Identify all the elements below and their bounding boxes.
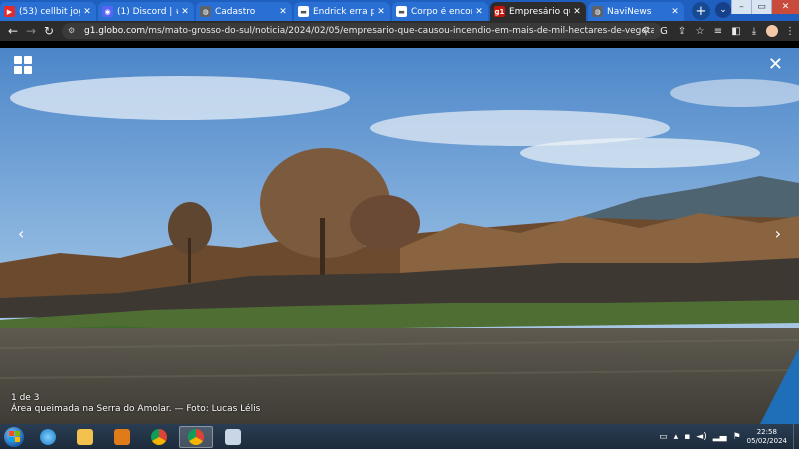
tab-search-button[interactable]: ⌄ [715, 2, 731, 18]
close-window-button[interactable]: ✕ [771, 0, 799, 14]
g1-icon: g1 [494, 6, 505, 17]
tab-discord[interactable]: ◉ (1) Discord | # 🎮 ✕ [98, 2, 194, 21]
url-domain: g1.globo.com [84, 26, 146, 36]
maximize-button[interactable]: ▭ [751, 0, 771, 14]
reload-button[interactable]: ↻ [40, 22, 58, 40]
chevron-down-icon: ⌄ [719, 5, 727, 15]
tab-navinews[interactable]: ◍ NaviNews ✕ [588, 2, 684, 21]
keyboard-icon[interactable]: ▭ [659, 432, 668, 442]
menu-icon[interactable]: ⋮ [781, 23, 799, 39]
internet-explorer-icon [40, 428, 56, 445]
taskbar-internet-explorer[interactable] [31, 426, 65, 448]
reading-list-icon[interactable]: ≡ [709, 23, 727, 39]
tab-empresario[interactable]: g1 Empresário que cau ✕ [490, 2, 586, 21]
tab-title: (53) cellbit jogando [19, 6, 80, 17]
close-tab-icon[interactable]: ✕ [376, 7, 386, 17]
tab-title: (1) Discord | # 🎮 [117, 6, 178, 17]
forward-button[interactable]: → [22, 22, 40, 40]
profile-avatar[interactable] [766, 25, 778, 37]
taskbar-chrome[interactable] [142, 426, 176, 448]
minimize-button[interactable]: – [731, 0, 751, 14]
close-tab-icon[interactable]: ✕ [572, 7, 582, 17]
flag-icon[interactable]: ⚑ [733, 432, 741, 442]
bookmark-star-icon[interactable]: ☆ [691, 23, 709, 39]
chevron-right-icon[interactable]: › [775, 224, 781, 243]
discord-icon: ◉ [102, 6, 113, 17]
side-panel-icon[interactable]: ◧ [727, 23, 745, 39]
tab-title: Endrick erra pênalti [313, 6, 374, 17]
media-player-icon [114, 428, 130, 445]
tab-cadastro[interactable]: ◍ Cadastro ✕ [196, 2, 292, 21]
globe-icon: ◍ [200, 6, 211, 17]
new-tab-button[interactable]: + [692, 2, 710, 20]
close-icon[interactable]: ✕ [768, 54, 783, 75]
close-tab-icon[interactable]: ✕ [670, 7, 680, 17]
chevron-left-icon[interactable]: ‹ [18, 224, 24, 243]
volume-icon[interactable]: ◄) [696, 432, 706, 442]
gallery-photo [0, 48, 799, 424]
folder-icon [77, 428, 93, 445]
clock-time: 22:58 [756, 427, 777, 436]
windows-taskbar: ▭ ▴ ▪ ◄) ▂▄ ⚑ 22:58 05/02/2024 [0, 424, 799, 449]
location-icon[interactable]: ⚲ [637, 23, 655, 39]
clock-date: 05/02/2024 [746, 436, 787, 445]
chrome-icon [188, 428, 204, 445]
youtube-icon: ▶ [4, 6, 15, 17]
url-text[interactable]: g1.globo.com/ms/mato-grosso-do-sul/notic… [84, 26, 654, 36]
tab-title: Empresário que cau [509, 6, 570, 17]
chrome-icon [151, 428, 167, 445]
address-bar[interactable]: ⚙ g1.globo.com/ms/mato-grosso-do-sul/not… [62, 23, 662, 39]
tab-youtube[interactable]: ▶ (53) cellbit jogando ✕ [0, 2, 96, 21]
paint-icon [225, 428, 241, 445]
taskbar-paint[interactable] [216, 426, 250, 448]
site-info-icon[interactable]: ⚙ [68, 26, 78, 36]
network-icon[interactable]: ▪ [684, 432, 690, 442]
taskbar-media-player[interactable] [105, 426, 139, 448]
downloads-icon[interactable]: ⤓ [745, 23, 763, 39]
taskbar-file-explorer[interactable] [68, 426, 102, 448]
tab-corpo[interactable]: ▬ Corpo é encontrado ✕ [392, 2, 488, 21]
close-tab-icon[interactable]: ✕ [180, 7, 190, 17]
tab-title: Cadastro [215, 6, 256, 17]
tray-expand-icon[interactable]: ▴ [674, 432, 679, 442]
gallery-grid-icon[interactable] [14, 56, 32, 74]
show-desktop-button[interactable] [793, 424, 799, 449]
clock[interactable]: 22:58 05/02/2024 [747, 428, 787, 446]
share-icon[interactable]: ⇪ [673, 23, 691, 39]
system-tray: ▭ ▴ ▪ ◄) ▂▄ ⚑ 22:58 05/02/2024 [659, 424, 799, 449]
back-button[interactable]: ← [4, 22, 22, 40]
photo-counter: 1 de 3 [11, 393, 40, 403]
tab-title: NaviNews [607, 6, 652, 17]
url-path: /ms/mato-grosso-do-sul/noticia/2024/02/0… [145, 26, 654, 36]
start-button[interactable] [0, 424, 28, 449]
window-controls: – ▭ ✕ [731, 0, 799, 14]
tab-title: Corpo é encontrado [411, 6, 472, 17]
browser-toolbar: ← → ↻ ⚙ g1.globo.com/ms/mato-grosso-do-s… [0, 21, 799, 41]
news-icon: ▬ [298, 6, 309, 17]
toolbar-actions: ⚲ G ⇪ ☆ ≡ ◧ ⤓ ⋮ [637, 23, 799, 39]
photo-viewer: ✕ ‹ › 1 de 3 Área queimada na Serra do A… [0, 41, 799, 424]
tab-endrick[interactable]: ▬ Endrick erra pênalti ✕ [294, 2, 390, 21]
close-tab-icon[interactable]: ✕ [82, 7, 92, 17]
news-icon: ▬ [396, 6, 407, 17]
tab-strip: ▶ (53) cellbit jogando ✕ ◉ (1) Discord |… [0, 0, 799, 21]
signal-icon[interactable]: ▂▄ [713, 432, 727, 442]
caption-text: Área queimada na Serra do Amolar. — Foto… [11, 404, 261, 414]
windows-logo-icon [4, 426, 24, 447]
close-tab-icon[interactable]: ✕ [474, 7, 484, 17]
photo-caption: 1 de 3 Área queimada na Serra do Amolar.… [11, 393, 260, 415]
google-lens-icon[interactable]: G [655, 23, 673, 39]
taskbar-chrome-active[interactable] [179, 425, 213, 448]
globe-icon: ◍ [592, 6, 603, 17]
close-tab-icon[interactable]: ✕ [278, 7, 288, 17]
